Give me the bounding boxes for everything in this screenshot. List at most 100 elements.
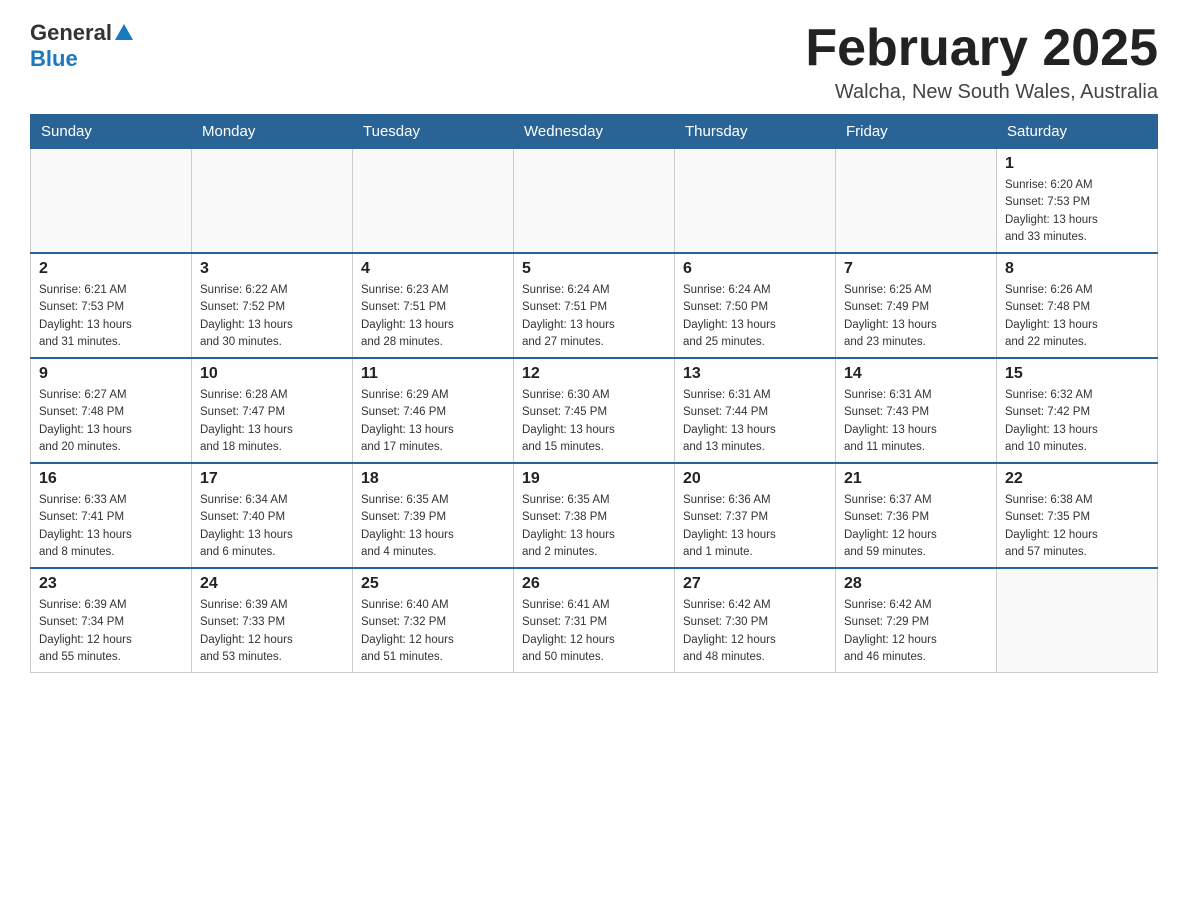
day-number: 6 xyxy=(683,260,827,278)
day-number: 13 xyxy=(683,365,827,383)
calendar-header-monday: Monday xyxy=(192,115,353,149)
day-number: 2 xyxy=(39,260,183,278)
calendar-week-row: 23 Sunrise: 6:39 AM Sunset: 7:34 PM Dayli… xyxy=(31,568,1158,673)
calendar-cell xyxy=(31,149,192,254)
day-number: 20 xyxy=(683,470,827,488)
calendar-cell: 12 Sunrise: 6:30 AM Sunset: 7:45 PM Dayli… xyxy=(514,358,675,463)
day-number: 19 xyxy=(522,470,666,488)
day-number: 24 xyxy=(200,575,344,593)
day-number: 7 xyxy=(844,260,988,278)
day-info: Sunrise: 6:37 AM Sunset: 7:36 PM Dayligh… xyxy=(844,492,988,561)
day-number: 9 xyxy=(39,365,183,383)
day-info: Sunrise: 6:20 AM Sunset: 7:53 PM Dayligh… xyxy=(1005,177,1149,246)
calendar-cell: 15 Sunrise: 6:32 AM Sunset: 7:42 PM Dayli… xyxy=(997,358,1158,463)
calendar-week-row: 1 Sunrise: 6:20 AM Sunset: 7:53 PM Daylig… xyxy=(31,149,1158,254)
day-info: Sunrise: 6:42 AM Sunset: 7:30 PM Dayligh… xyxy=(683,597,827,666)
calendar-cell: 14 Sunrise: 6:31 AM Sunset: 7:43 PM Dayli… xyxy=(836,358,997,463)
day-info: Sunrise: 6:35 AM Sunset: 7:39 PM Dayligh… xyxy=(361,492,505,561)
title-block: February 2025 Walcha, New South Wales, A… xyxy=(805,20,1158,104)
day-info: Sunrise: 6:34 AM Sunset: 7:40 PM Dayligh… xyxy=(200,492,344,561)
calendar-cell: 25 Sunrise: 6:40 AM Sunset: 7:32 PM Dayli… xyxy=(353,568,514,673)
day-number: 23 xyxy=(39,575,183,593)
day-info: Sunrise: 6:25 AM Sunset: 7:49 PM Dayligh… xyxy=(844,282,988,351)
logo: General Blue xyxy=(30,20,136,72)
calendar-cell: 18 Sunrise: 6:35 AM Sunset: 7:39 PM Dayli… xyxy=(353,463,514,568)
day-number: 28 xyxy=(844,575,988,593)
calendar-cell: 21 Sunrise: 6:37 AM Sunset: 7:36 PM Dayli… xyxy=(836,463,997,568)
calendar-cell: 9Sunrise: 6:27 AM Sunset: 7:48 PM Daylig… xyxy=(31,358,192,463)
day-info: Sunrise: 6:36 AM Sunset: 7:37 PM Dayligh… xyxy=(683,492,827,561)
day-number: 25 xyxy=(361,575,505,593)
day-info: Sunrise: 6:41 AM Sunset: 7:31 PM Dayligh… xyxy=(522,597,666,666)
day-info: Sunrise: 6:21 AM Sunset: 7:53 PM Dayligh… xyxy=(39,282,183,351)
calendar-header-friday: Friday xyxy=(836,115,997,149)
calendar-cell: 4 Sunrise: 6:23 AM Sunset: 7:51 PM Daylig… xyxy=(353,253,514,358)
calendar-header-thursday: Thursday xyxy=(675,115,836,149)
day-info: Sunrise: 6:42 AM Sunset: 7:29 PM Dayligh… xyxy=(844,597,988,666)
calendar-cell: 11 Sunrise: 6:29 AM Sunset: 7:46 PM Dayli… xyxy=(353,358,514,463)
calendar-cell: 6 Sunrise: 6:24 AM Sunset: 7:50 PM Daylig… xyxy=(675,253,836,358)
day-number: 18 xyxy=(361,470,505,488)
calendar-week-row: 2 Sunrise: 6:21 AM Sunset: 7:53 PM Daylig… xyxy=(31,253,1158,358)
calendar-cell: 16 Sunrise: 6:33 AM Sunset: 7:41 PM Dayli… xyxy=(31,463,192,568)
calendar-table: SundayMondayTuesdayWednesdayThursdayFrid… xyxy=(30,114,1158,673)
day-number: 3 xyxy=(200,260,344,278)
day-number: 27 xyxy=(683,575,827,593)
day-info: Sunrise: 6:39 AM Sunset: 7:33 PM Dayligh… xyxy=(200,597,344,666)
day-number: 12 xyxy=(522,365,666,383)
calendar-cell: 10Sunrise: 6:28 AM Sunset: 7:47 PM Dayli… xyxy=(192,358,353,463)
calendar-cell: 24 Sunrise: 6:39 AM Sunset: 7:33 PM Dayli… xyxy=(192,568,353,673)
day-info: Sunrise: 6:24 AM Sunset: 7:50 PM Dayligh… xyxy=(683,282,827,351)
calendar-cell: 28 Sunrise: 6:42 AM Sunset: 7:29 PM Dayli… xyxy=(836,568,997,673)
day-number: 16 xyxy=(39,470,183,488)
calendar-cell xyxy=(997,568,1158,673)
day-number: 4 xyxy=(361,260,505,278)
calendar-cell: 8Sunrise: 6:26 AM Sunset: 7:48 PM Daylig… xyxy=(997,253,1158,358)
day-number: 17 xyxy=(200,470,344,488)
day-number: 14 xyxy=(844,365,988,383)
calendar-cell: 23 Sunrise: 6:39 AM Sunset: 7:34 PM Dayli… xyxy=(31,568,192,673)
day-info: Sunrise: 6:23 AM Sunset: 7:51 PM Dayligh… xyxy=(361,282,505,351)
logo-blue-text: Blue xyxy=(30,46,78,71)
calendar-cell: 20 Sunrise: 6:36 AM Sunset: 7:37 PM Dayli… xyxy=(675,463,836,568)
day-number: 11 xyxy=(361,365,505,383)
subtitle: Walcha, New South Wales, Australia xyxy=(805,81,1158,104)
day-info: Sunrise: 6:32 AM Sunset: 7:42 PM Dayligh… xyxy=(1005,387,1149,456)
calendar-cell: 7 Sunrise: 6:25 AM Sunset: 7:49 PM Daylig… xyxy=(836,253,997,358)
calendar-header-sunday: Sunday xyxy=(31,115,192,149)
day-info: Sunrise: 6:29 AM Sunset: 7:46 PM Dayligh… xyxy=(361,387,505,456)
day-info: Sunrise: 6:31 AM Sunset: 7:44 PM Dayligh… xyxy=(683,387,827,456)
calendar-cell: 17 Sunrise: 6:34 AM Sunset: 7:40 PM Dayli… xyxy=(192,463,353,568)
day-info: Sunrise: 6:22 AM Sunset: 7:52 PM Dayligh… xyxy=(200,282,344,351)
calendar-header-saturday: Saturday xyxy=(997,115,1158,149)
calendar-cell xyxy=(836,149,997,254)
logo-general-text: General xyxy=(30,20,112,46)
calendar-cell: 22Sunrise: 6:38 AM Sunset: 7:35 PM Dayli… xyxy=(997,463,1158,568)
day-info: Sunrise: 6:30 AM Sunset: 7:45 PM Dayligh… xyxy=(522,387,666,456)
day-info: Sunrise: 6:24 AM Sunset: 7:51 PM Dayligh… xyxy=(522,282,666,351)
calendar-cell: 2 Sunrise: 6:21 AM Sunset: 7:53 PM Daylig… xyxy=(31,253,192,358)
calendar-week-row: 9Sunrise: 6:27 AM Sunset: 7:48 PM Daylig… xyxy=(31,358,1158,463)
day-number: 15 xyxy=(1005,365,1149,383)
day-number: 26 xyxy=(522,575,666,593)
logo-triangle-icon xyxy=(112,22,136,44)
day-info: Sunrise: 6:40 AM Sunset: 7:32 PM Dayligh… xyxy=(361,597,505,666)
day-info: Sunrise: 6:31 AM Sunset: 7:43 PM Dayligh… xyxy=(844,387,988,456)
calendar-cell: 19Sunrise: 6:35 AM Sunset: 7:38 PM Dayli… xyxy=(514,463,675,568)
day-info: Sunrise: 6:38 AM Sunset: 7:35 PM Dayligh… xyxy=(1005,492,1149,561)
calendar-week-row: 16 Sunrise: 6:33 AM Sunset: 7:41 PM Dayli… xyxy=(31,463,1158,568)
calendar-cell xyxy=(192,149,353,254)
day-number: 1 xyxy=(1005,155,1149,173)
day-number: 21 xyxy=(844,470,988,488)
calendar-cell: 26 Sunrise: 6:41 AM Sunset: 7:31 PM Dayli… xyxy=(514,568,675,673)
day-info: Sunrise: 6:33 AM Sunset: 7:41 PM Dayligh… xyxy=(39,492,183,561)
calendar-cell: 27 Sunrise: 6:42 AM Sunset: 7:30 PM Dayli… xyxy=(675,568,836,673)
calendar-cell xyxy=(514,149,675,254)
calendar-cell xyxy=(353,149,514,254)
day-info: Sunrise: 6:26 AM Sunset: 7:48 PM Dayligh… xyxy=(1005,282,1149,351)
calendar-cell: 5Sunrise: 6:24 AM Sunset: 7:51 PM Daylig… xyxy=(514,253,675,358)
calendar-cell: 1 Sunrise: 6:20 AM Sunset: 7:53 PM Daylig… xyxy=(997,149,1158,254)
calendar-header-row: SundayMondayTuesdayWednesdayThursdayFrid… xyxy=(31,115,1158,149)
day-info: Sunrise: 6:39 AM Sunset: 7:34 PM Dayligh… xyxy=(39,597,183,666)
calendar-header-wednesday: Wednesday xyxy=(514,115,675,149)
